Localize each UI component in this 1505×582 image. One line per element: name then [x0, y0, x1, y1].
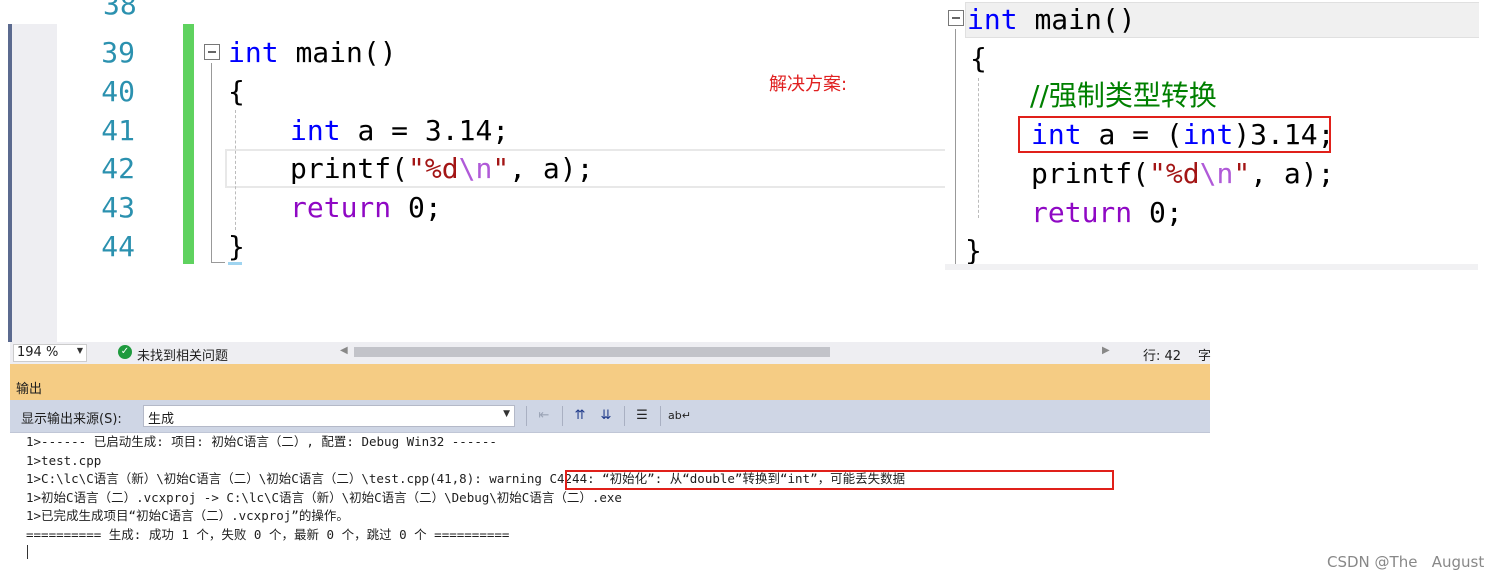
highlight-box-cast [1018, 116, 1331, 153]
output-line: 1>初始C语言（二）.vcxproj -> C:\lc\C语言（新）\初始C语言… [26, 489, 622, 505]
line-number-partial: 38 [103, 0, 137, 21]
code-line-41: int a = 3.14; [290, 111, 509, 150]
outline-guide [955, 29, 956, 265]
snippet-line-5: printf("%d\n", a); [1031, 154, 1334, 193]
horizontal-scrollbar-thumb[interactable] [354, 347, 830, 357]
line-number: 42 [101, 152, 135, 185]
code-escape: \n [458, 152, 493, 185]
output-source-select[interactable]: 生成 ▼ [143, 405, 515, 427]
code-line-40: { [228, 75, 245, 108]
toolbar-separator [526, 406, 527, 426]
issues-status[interactable]: 未找到相关问题 [137, 345, 228, 364]
watermark: CSDN @The August [1327, 553, 1485, 571]
output-source-value: 生成 [148, 412, 175, 427]
line-indicator[interactable]: 行: 42 [1143, 345, 1181, 364]
code-line-39: int main() [228, 33, 397, 72]
code-escape: \n [1199, 157, 1234, 190]
code-string: " [1233, 157, 1251, 190]
toolbar-separator [562, 406, 563, 426]
zoom-dropdown[interactable]: 194 % ▼ [13, 344, 87, 362]
output-line: 1>test.cpp [26, 452, 102, 468]
line-number: 44 [101, 230, 135, 263]
code-snippet-right: int main() { //强制类型转换 int a = (int)3.14;… [945, 0, 1479, 270]
code-keyword: return [1031, 196, 1133, 229]
output-panel-title: 输出 [16, 382, 43, 397]
snippet-line-6: return 0; [1031, 193, 1183, 232]
outline-guide-end [211, 262, 225, 263]
next-message-icon[interactable]: ⇊ [596, 407, 616, 425]
scroll-right-icon[interactable]: ▶ [1102, 345, 1110, 356]
previous-message-icon[interactable]: ⇈ [570, 407, 590, 425]
indent-guide [235, 110, 236, 230]
outline-guide [211, 63, 212, 263]
line-number: 40 [101, 75, 135, 108]
code-keyword: return [290, 191, 392, 224]
collapse-icon[interactable] [948, 10, 964, 26]
indent-guide [978, 78, 979, 218]
toolbar-separator [660, 406, 661, 426]
check-circle-icon: ✓ [118, 345, 132, 359]
chevron-down-icon: ▼ [76, 346, 83, 355]
change-tracking-bar [183, 24, 194, 264]
code-string: "%d [408, 152, 459, 185]
snippet-line-1: int main() [967, 0, 1136, 39]
scroll-left-icon[interactable]: ◀ [340, 345, 348, 356]
toolbar-separator [624, 406, 625, 426]
editor-margin-strip [8, 24, 57, 342]
zoom-value: 194 % [17, 345, 59, 360]
code-keyword: int [290, 114, 341, 147]
word-wrap-icon[interactable]: ab↵ [668, 407, 691, 425]
code-text: a = 3.14; [357, 114, 510, 147]
line-number: 41 [101, 114, 135, 147]
code-string: " [492, 152, 510, 185]
output-line: 1>------ 已启动生成: 项目: 初始C语言（二）, 配置: Debug … [26, 434, 497, 449]
snippet-shadow [945, 264, 1478, 270]
code-line-43: return 0; [290, 188, 442, 227]
code-text: 0; [1149, 196, 1183, 229]
code-text: printf( [1031, 157, 1150, 190]
line-number: 43 [101, 191, 135, 224]
line-number: 39 [101, 36, 135, 69]
code-string: "%d [1149, 157, 1200, 190]
editor-status-bar: 194 % ▼ ✓ 未找到相关问题 ◀ ▶ 行: 42 字 [10, 342, 1211, 364]
code-keyword: int [228, 36, 279, 69]
text-caret [27, 545, 28, 559]
output-toolbar: 显示输出来源(S): 生成 ▼ ⇤ ⇈ ⇊ ☰ ab↵ [10, 400, 1210, 433]
code-text: , a); [1250, 157, 1335, 190]
find-message-icon[interactable]: ⇤ [534, 407, 554, 425]
column-indicator[interactable]: 字 [1198, 345, 1211, 364]
code-text: main() [1034, 3, 1136, 36]
code-keyword: int [967, 3, 1018, 36]
code-editor-left[interactable]: 38 39 40 41 42 43 44 int main() { int a … [0, 0, 947, 342]
clear-all-icon[interactable]: ☰ [632, 407, 652, 425]
snippet-comment: //强制类型转换 [1030, 79, 1217, 112]
output-line: 1>已完成生成项目“初始C语言（二）.vcxproj”的操作。 [26, 508, 349, 524]
output-panel: 输出 显示输出来源(S): 生成 ▼ ⇤ ⇈ ⇊ ☰ ab↵ 1>------ … [10, 364, 1210, 562]
code-line-42: printf("%d\n", a); [290, 149, 593, 188]
chevron-down-icon: ▼ [503, 409, 510, 419]
snippet-line-2: { [970, 42, 987, 75]
code-text: printf( [290, 152, 409, 185]
output-source-label: 显示输出来源(S): [21, 412, 122, 427]
output-line: ========== 生成: 成功 1 个，失败 0 个，最新 0 个，跳过 0… [26, 526, 510, 542]
code-line-44: } [228, 230, 245, 263]
code-text: 0; [408, 191, 442, 224]
highlight-box-warning [565, 470, 1114, 490]
code-text: , a); [509, 152, 594, 185]
collapse-icon[interactable] [204, 44, 220, 60]
output-panel-header[interactable]: 输出 [10, 364, 1210, 400]
code-text: main() [295, 36, 397, 69]
solution-annotation: 解决方案: [769, 74, 848, 95]
